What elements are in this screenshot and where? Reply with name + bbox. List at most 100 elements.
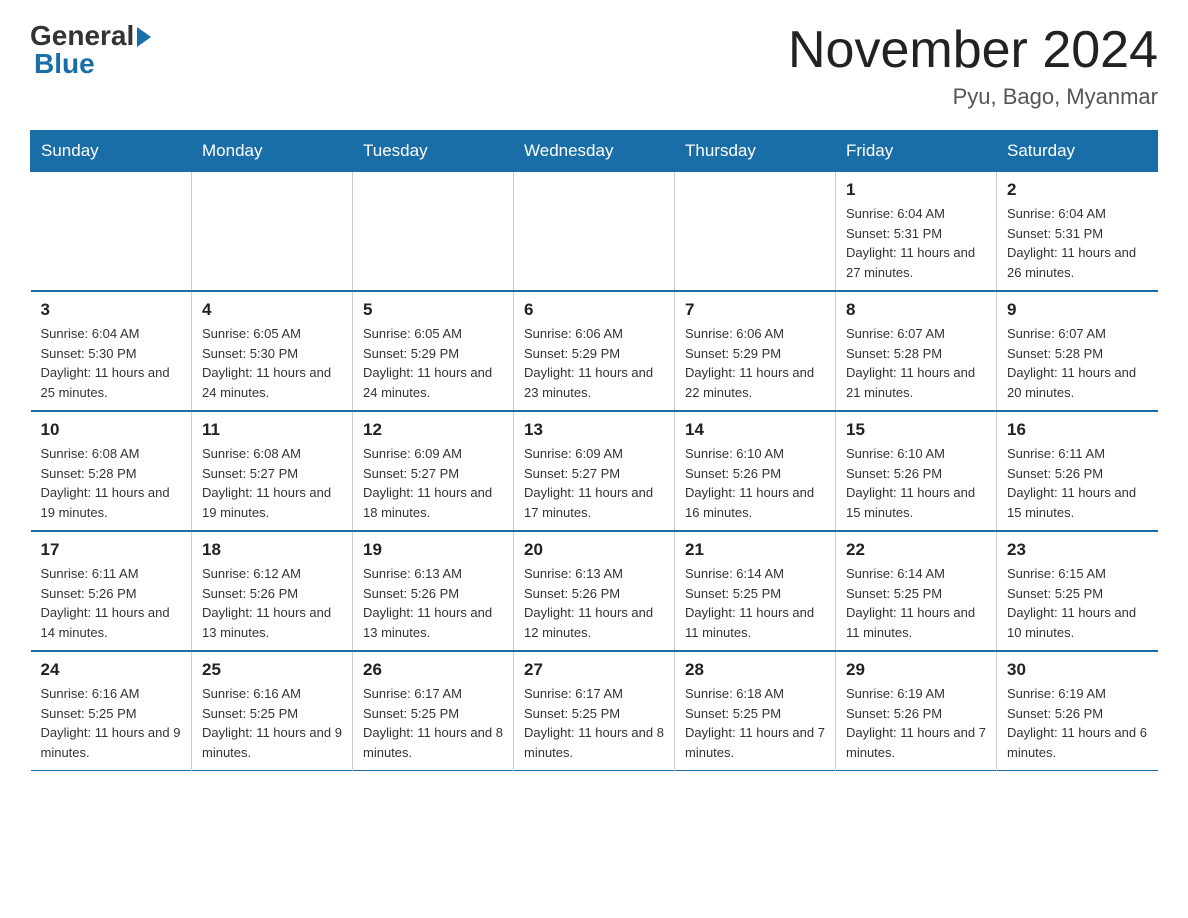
calendar-cell: [353, 172, 514, 292]
week-row-3: 10Sunrise: 6:08 AMSunset: 5:28 PMDayligh…: [31, 411, 1158, 531]
calendar-cell: 26 Sunrise: 6:17 AMSunset: 5:25 PMDayligh…: [353, 651, 514, 771]
day-info: Sunrise: 6:17 AMSunset: 5:25 PMDaylight:…: [524, 684, 664, 762]
location-subtitle: Pyu, Bago, Myanmar: [788, 84, 1158, 110]
day-number: 11: [202, 420, 342, 440]
weekday-header-row: SundayMondayTuesdayWednesdayThursdayFrid…: [31, 131, 1158, 172]
weekday-header-sunday: Sunday: [31, 131, 192, 172]
weekday-header-tuesday: Tuesday: [353, 131, 514, 172]
calendar-cell: [675, 172, 836, 292]
calendar-cell: 22Sunrise: 6:14 AMSunset: 5:25 PMDayligh…: [836, 531, 997, 651]
calendar-cell: 1 Sunrise: 6:04 AMSunset: 5:31 PMDaylight…: [836, 172, 997, 292]
day-number: 13: [524, 420, 664, 440]
day-info: Sunrise: 6:08 AMSunset: 5:27 PMDaylight:…: [202, 444, 342, 522]
day-number: 1: [846, 180, 986, 200]
calendar-cell: 21Sunrise: 6:14 AMSunset: 5:25 PMDayligh…: [675, 531, 836, 651]
calendar-cell: 23 Sunrise: 6:15 AMSunset: 5:25 PMDayligh…: [997, 531, 1158, 651]
calendar-cell: [192, 172, 353, 292]
day-info: Sunrise: 6:19 AMSunset: 5:26 PMDaylight:…: [846, 684, 986, 762]
day-info: Sunrise: 6:19 AMSunset: 5:26 PMDaylight:…: [1007, 684, 1148, 762]
day-number: 26: [363, 660, 503, 680]
day-number: 18: [202, 540, 342, 560]
day-info: Sunrise: 6:17 AMSunset: 5:25 PMDaylight:…: [363, 684, 503, 762]
day-number: 30: [1007, 660, 1148, 680]
calendar-cell: 7 Sunrise: 6:06 AMSunset: 5:29 PMDaylight…: [675, 291, 836, 411]
weekday-header-friday: Friday: [836, 131, 997, 172]
calendar-cell: 25 Sunrise: 6:16 AMSunset: 5:25 PMDayligh…: [192, 651, 353, 771]
calendar-table: SundayMondayTuesdayWednesdayThursdayFrid…: [30, 130, 1158, 771]
calendar-cell: 6Sunrise: 6:06 AMSunset: 5:29 PMDaylight…: [514, 291, 675, 411]
day-info: Sunrise: 6:11 AMSunset: 5:26 PMDaylight:…: [1007, 444, 1148, 522]
day-info: Sunrise: 6:13 AMSunset: 5:26 PMDaylight:…: [524, 564, 664, 642]
day-info: Sunrise: 6:04 AMSunset: 5:30 PMDaylight:…: [41, 324, 182, 402]
calendar-cell: 19Sunrise: 6:13 AMSunset: 5:26 PMDayligh…: [353, 531, 514, 651]
day-number: 24: [41, 660, 182, 680]
calendar-cell: 29 Sunrise: 6:19 AMSunset: 5:26 PMDayligh…: [836, 651, 997, 771]
day-number: 3: [41, 300, 182, 320]
calendar-cell: 18 Sunrise: 6:12 AMSunset: 5:26 PMDayligh…: [192, 531, 353, 651]
logo: General Blue: [30, 20, 151, 80]
day-number: 12: [363, 420, 503, 440]
day-info: Sunrise: 6:08 AMSunset: 5:28 PMDaylight:…: [41, 444, 182, 522]
calendar-cell: 5Sunrise: 6:05 AMSunset: 5:29 PMDaylight…: [353, 291, 514, 411]
day-info: Sunrise: 6:14 AMSunset: 5:25 PMDaylight:…: [685, 564, 825, 642]
day-number: 15: [846, 420, 986, 440]
day-info: Sunrise: 6:10 AMSunset: 5:26 PMDaylight:…: [846, 444, 986, 522]
calendar-cell: 28Sunrise: 6:18 AMSunset: 5:25 PMDayligh…: [675, 651, 836, 771]
title-section: November 2024 Pyu, Bago, Myanmar: [788, 20, 1158, 110]
day-number: 20: [524, 540, 664, 560]
day-info: Sunrise: 6:09 AMSunset: 5:27 PMDaylight:…: [363, 444, 503, 522]
week-row-1: 1 Sunrise: 6:04 AMSunset: 5:31 PMDaylight…: [31, 172, 1158, 292]
calendar-cell: 17 Sunrise: 6:11 AMSunset: 5:26 PMDayligh…: [31, 531, 192, 651]
calendar-cell: 13Sunrise: 6:09 AMSunset: 5:27 PMDayligh…: [514, 411, 675, 531]
calendar-cell: 30 Sunrise: 6:19 AMSunset: 5:26 PMDayligh…: [997, 651, 1158, 771]
calendar-cell: 8 Sunrise: 6:07 AMSunset: 5:28 PMDaylight…: [836, 291, 997, 411]
day-number: 29: [846, 660, 986, 680]
page-header: General Blue November 2024 Pyu, Bago, My…: [30, 20, 1158, 110]
week-row-4: 17 Sunrise: 6:11 AMSunset: 5:26 PMDayligh…: [31, 531, 1158, 651]
calendar-cell: 24 Sunrise: 6:16 AMSunset: 5:25 PMDayligh…: [31, 651, 192, 771]
day-number: 8: [846, 300, 986, 320]
day-info: Sunrise: 6:16 AMSunset: 5:25 PMDaylight:…: [202, 684, 342, 762]
day-number: 25: [202, 660, 342, 680]
day-info: Sunrise: 6:10 AMSunset: 5:26 PMDaylight:…: [685, 444, 825, 522]
weekday-header-saturday: Saturday: [997, 131, 1158, 172]
calendar-cell: 4Sunrise: 6:05 AMSunset: 5:30 PMDaylight…: [192, 291, 353, 411]
day-info: Sunrise: 6:11 AMSunset: 5:26 PMDaylight:…: [41, 564, 182, 642]
day-info: Sunrise: 6:16 AMSunset: 5:25 PMDaylight:…: [41, 684, 182, 762]
day-number: 16: [1007, 420, 1148, 440]
day-info: Sunrise: 6:13 AMSunset: 5:26 PMDaylight:…: [363, 564, 503, 642]
day-info: Sunrise: 6:06 AMSunset: 5:29 PMDaylight:…: [524, 324, 664, 402]
day-info: Sunrise: 6:06 AMSunset: 5:29 PMDaylight:…: [685, 324, 825, 402]
calendar-cell: [514, 172, 675, 292]
week-row-5: 24 Sunrise: 6:16 AMSunset: 5:25 PMDayligh…: [31, 651, 1158, 771]
day-info: Sunrise: 6:07 AMSunset: 5:28 PMDaylight:…: [1007, 324, 1148, 402]
calendar-cell: 12 Sunrise: 6:09 AMSunset: 5:27 PMDayligh…: [353, 411, 514, 531]
calendar-cell: 16 Sunrise: 6:11 AMSunset: 5:26 PMDayligh…: [997, 411, 1158, 531]
day-info: Sunrise: 6:12 AMSunset: 5:26 PMDaylight:…: [202, 564, 342, 642]
logo-arrow-icon: [137, 27, 151, 47]
day-number: 17: [41, 540, 182, 560]
calendar-cell: 9 Sunrise: 6:07 AMSunset: 5:28 PMDaylight…: [997, 291, 1158, 411]
month-year-title: November 2024: [788, 20, 1158, 80]
day-number: 9: [1007, 300, 1148, 320]
calendar-cell: [31, 172, 192, 292]
day-info: Sunrise: 6:14 AMSunset: 5:25 PMDaylight:…: [846, 564, 986, 642]
day-number: 7: [685, 300, 825, 320]
day-number: 14: [685, 420, 825, 440]
calendar-cell: 14 Sunrise: 6:10 AMSunset: 5:26 PMDayligh…: [675, 411, 836, 531]
day-info: Sunrise: 6:04 AMSunset: 5:31 PMDaylight:…: [1007, 204, 1148, 282]
week-row-2: 3 Sunrise: 6:04 AMSunset: 5:30 PMDaylight…: [31, 291, 1158, 411]
calendar-cell: 10Sunrise: 6:08 AMSunset: 5:28 PMDayligh…: [31, 411, 192, 531]
day-info: Sunrise: 6:07 AMSunset: 5:28 PMDaylight:…: [846, 324, 986, 402]
calendar-cell: 15 Sunrise: 6:10 AMSunset: 5:26 PMDayligh…: [836, 411, 997, 531]
day-number: 23: [1007, 540, 1148, 560]
day-info: Sunrise: 6:05 AMSunset: 5:30 PMDaylight:…: [202, 324, 342, 402]
day-info: Sunrise: 6:15 AMSunset: 5:25 PMDaylight:…: [1007, 564, 1148, 642]
logo-blue-text: Blue: [34, 48, 95, 80]
day-info: Sunrise: 6:04 AMSunset: 5:31 PMDaylight:…: [846, 204, 986, 282]
day-number: 28: [685, 660, 825, 680]
day-number: 27: [524, 660, 664, 680]
day-number: 2: [1007, 180, 1148, 200]
weekday-header-monday: Monday: [192, 131, 353, 172]
weekday-header-wednesday: Wednesday: [514, 131, 675, 172]
